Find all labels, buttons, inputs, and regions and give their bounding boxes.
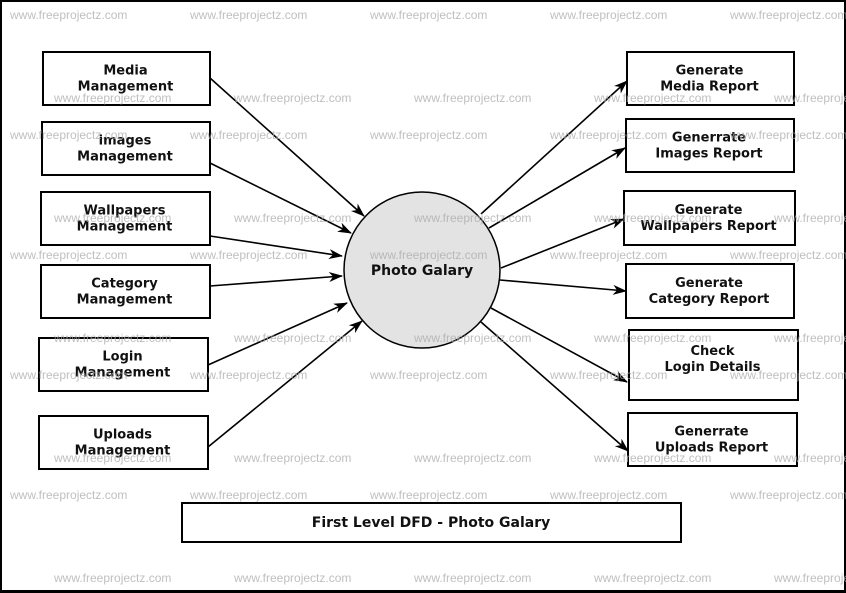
flow-arrow-images-to-center (209, 162, 352, 234)
box-label-line: Management (77, 220, 173, 235)
box-label-line: Category Report (649, 292, 770, 307)
box-label-line: Management (75, 444, 171, 459)
flow-arrow-center-to-uploads-report (480, 321, 629, 452)
box-label-line: Login Details (664, 360, 760, 375)
box-label-line: Management (78, 80, 174, 95)
box-border (625, 263, 795, 319)
box-label-line: Wallpapers Report (640, 219, 776, 234)
box-label-line: Generate (675, 276, 743, 291)
flow-arrow-category-to-center (209, 271, 343, 287)
box-border (625, 118, 795, 173)
output-category-report[interactable]: GenerateCategory Report (625, 263, 795, 319)
output-images-report[interactable]: GenerrateImages Report (625, 118, 795, 173)
dfd-diagram: MediaManagementimagesManagementWallpaper… (38, 51, 799, 543)
diagram-title: First Level DFD - Photo Galary (312, 515, 551, 531)
flow-arrow-center-to-login-details (490, 307, 628, 383)
box-border (627, 412, 798, 467)
title-box: First Level DFD - Photo Galary (181, 502, 682, 543)
box-label-line: Check (691, 344, 735, 359)
box-border (40, 264, 211, 319)
flow-arrow-center-to-wallpapers-report (500, 218, 625, 269)
box-border (41, 121, 211, 176)
flow-arrow-login-to-center (207, 302, 348, 366)
box-border (40, 191, 211, 246)
box-label-line: Generrate (672, 131, 746, 146)
output-uploads-report[interactable]: GenerrateUploads Report (627, 412, 798, 467)
box-label-line: Media Report (660, 80, 759, 95)
box-label-line: Generrate (674, 425, 748, 440)
box-border (38, 415, 209, 470)
box-label-line: Wallpapers (84, 204, 166, 219)
center-process[interactable]: Photo Galary (343, 191, 501, 349)
flow-arrow-uploads-to-center (207, 320, 363, 448)
box-label-line: Generate (676, 64, 744, 79)
entity-login[interactable]: LoginManagement (38, 337, 209, 392)
flow-arrow-media-to-center (209, 77, 365, 217)
entity-media[interactable]: MediaManagement (42, 51, 211, 106)
entity-uploads[interactable]: UploadsManagement (38, 415, 209, 470)
entity-wallpapers[interactable]: WallpapersManagement (40, 191, 211, 246)
box-label-line: Generate (675, 203, 743, 218)
box-border (623, 190, 796, 246)
box-label-line: Management (77, 293, 173, 308)
flow-arrow-center-to-category-report (499, 279, 627, 295)
flow-arrow-center-to-media-report (480, 80, 628, 215)
process-label: Photo Galary (371, 263, 473, 279)
box-label-line: Uploads Report (655, 441, 768, 456)
entity-category[interactable]: CategoryManagement (40, 264, 211, 319)
box-label-line: Management (75, 366, 171, 381)
box-border (626, 51, 795, 106)
box-label-line: Management (77, 150, 173, 165)
box-label-line: Login (102, 350, 142, 365)
entity-images[interactable]: imagesManagement (41, 121, 211, 176)
left-entities: MediaManagementimagesManagementWallpaper… (38, 51, 211, 470)
output-login-details[interactable]: CheckLogin Details (628, 329, 799, 401)
box-label-line: Media (103, 64, 147, 79)
flow-arrow-wallpapers-to-center (209, 235, 343, 259)
output-wallpapers-report[interactable]: GenerateWallpapers Report (623, 190, 796, 246)
box-label-line: Category (91, 277, 158, 292)
box-border (38, 337, 209, 392)
output-media-report[interactable]: GenerateMedia Report (626, 51, 795, 106)
box-label-line: images (99, 134, 152, 149)
right-outputs: GenerateMedia ReportGenerrateImages Repo… (623, 51, 799, 467)
box-label-line: Uploads (93, 428, 152, 443)
box-label-line: Images Report (655, 147, 762, 162)
box-border (42, 51, 211, 106)
